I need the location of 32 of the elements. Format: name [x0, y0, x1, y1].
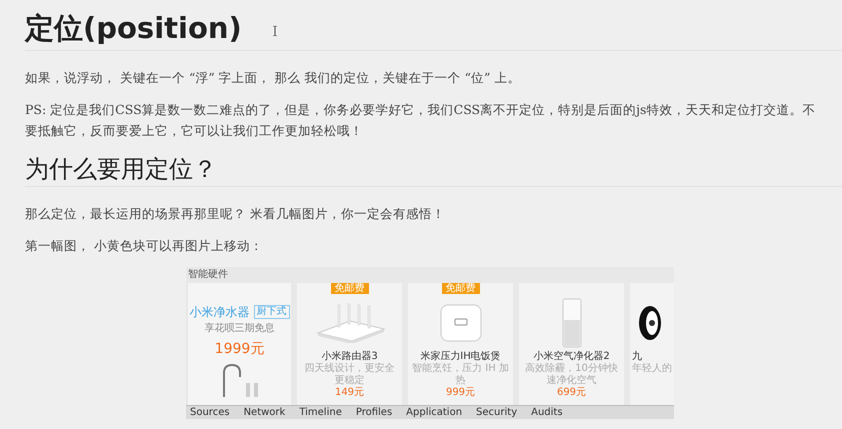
devtools-tab[interactable]: Network — [244, 406, 286, 419]
product-subtitle: 智能烹饪，压力 IH 加热 — [411, 363, 510, 387]
product-price: 999元 — [446, 387, 476, 399]
paragraph: PS: 定位是我们CSS算是数一数二难点的了，但是，你务必要学好它，我们CSS离不开定位，特别是后面的js特效，天天和定位打交道。不要抵触它，反而要爱上它，它可以让我们工作更加轻松哦！ — [25, 101, 816, 140]
paragraph: 那么定位，最长运用的场景再那里呢？ 米看几幅图片，你一定会有感悟！ — [25, 205, 446, 223]
devtools-tab[interactable]: Sources — [190, 406, 230, 419]
product-price: 699元 — [556, 387, 586, 399]
product-name: 小米净水器 — [190, 304, 250, 321]
product-subtitle: 高效除霾，10分钟快速净化空气 — [524, 363, 619, 387]
product-name: 米家压力IH电饭煲 — [420, 351, 501, 362]
devtools-tab[interactable]: Audits — [531, 406, 563, 419]
badge: 免邮费 — [442, 283, 480, 294]
devtools-tab[interactable]: Timeline — [299, 406, 342, 419]
tag: 厨下式 — [254, 305, 290, 319]
page-heading: 定位(position) — [25, 10, 242, 47]
product-subtitle: 享花呗三期免息 — [204, 323, 274, 335]
section-heading: 为什么要用定位？ — [25, 154, 217, 185]
text-cursor-icon — [272, 26, 278, 36]
product-price: 1999元 — [214, 340, 264, 359]
product-subtitle: 年轻人的 — [632, 363, 672, 375]
devtools-tab[interactable]: Profiles — [356, 406, 392, 419]
product-name: 小米空气净化器2 — [533, 351, 610, 362]
paragraph: 如果，说浮动， 关键在一个 “浮” 字上面， 那么 我们的定位，关键在于一个 “位” 上。 — [25, 69, 522, 87]
paragraph: 第一幅图， 小黄色块可以再图片上移动： — [25, 237, 264, 255]
product-name: 小米路由器3 — [321, 351, 378, 362]
devtools-tab[interactable]: Security — [476, 406, 518, 419]
section-title: 智能硬件 — [187, 268, 229, 282]
product-subtitle: 四天线设计，更安全更稳定 — [304, 363, 396, 387]
devtools-tab[interactable]: Application — [406, 406, 462, 419]
product-name: 九 — [632, 351, 642, 363]
product-price: 149元 — [334, 387, 364, 399]
badge: 免邮费 — [330, 283, 368, 294]
